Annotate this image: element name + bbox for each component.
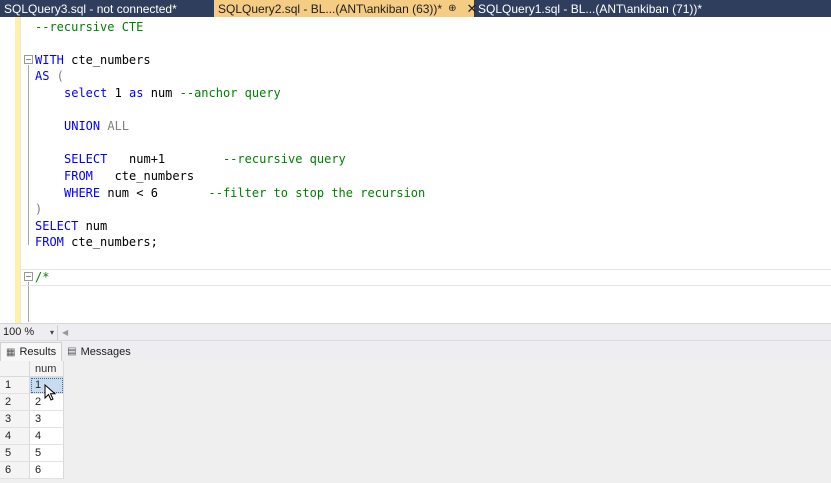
code-line-10: FROM cte_numbers bbox=[64, 169, 195, 183]
code-line-9: SELECT num+1 --recursive query bbox=[64, 152, 346, 166]
chevron-down-icon[interactable]: ▾ bbox=[50, 328, 54, 337]
grid-cell[interactable]: 5 bbox=[30, 445, 64, 462]
row-number[interactable]: 6 bbox=[0, 462, 30, 479]
scroll-left-icon[interactable]: ◀ bbox=[62, 328, 68, 337]
zoom-bar: 100 % ▾ ◀ bbox=[0, 323, 831, 340]
row-number[interactable]: 4 bbox=[0, 428, 30, 445]
grid-cell[interactable]: 4 bbox=[30, 428, 64, 445]
mouse-pointer-icon bbox=[44, 384, 57, 401]
row-header-corner bbox=[0, 361, 30, 377]
tab-messages[interactable]: ▤ Messages bbox=[62, 342, 136, 361]
tab-messages-label: Messages bbox=[80, 345, 131, 358]
code-line-3: WITH cte_numbers bbox=[35, 53, 151, 67]
results-tab-bar: ▦ Results ▤ Messages bbox=[0, 340, 831, 361]
table-row: 5 5 bbox=[0, 445, 64, 462]
row-number[interactable]: 2 bbox=[0, 394, 30, 411]
code-line-4: AS ( bbox=[35, 69, 64, 83]
grid-cell[interactable]: 6 bbox=[30, 462, 64, 479]
table-row: 3 3 bbox=[0, 411, 64, 428]
zoom-select[interactable]: 100 % ▾ bbox=[0, 324, 58, 340]
tab-sqlquery3[interactable]: SQLQuery3.sql - not connected* bbox=[0, 0, 214, 17]
code-line-13: SELECT num bbox=[35, 219, 108, 233]
table-row: 6 6 bbox=[0, 462, 64, 479]
tab-label: SQLQuery2.sql - BL...(ANT\ankiban (63))* bbox=[218, 1, 443, 16]
tab-results-label: Results bbox=[19, 346, 57, 358]
code-line-7: UNION ALL bbox=[64, 119, 130, 133]
column-header-num[interactable]: num bbox=[30, 361, 64, 377]
table-row: 4 4 bbox=[0, 428, 64, 445]
messages-icon: ▤ bbox=[67, 346, 77, 357]
code-line-5: select 1 as num --anchor query bbox=[64, 86, 281, 100]
fold-guide bbox=[28, 282, 29, 322]
document-tab-bar: SQLQuery3.sql - not connected* SQLQuery2… bbox=[0, 0, 831, 17]
fold-guide bbox=[28, 65, 29, 245]
tab-results[interactable]: ▦ Results bbox=[0, 342, 63, 361]
current-line-highlight bbox=[21, 269, 831, 286]
results-grid[interactable]: num 1 1 2 2 3 3 4 4 5 5 6 6 bbox=[0, 361, 831, 483]
tab-sqlquery2[interactable]: SQLQuery2.sql - BL...(ANT\ankiban (63))*… bbox=[214, 0, 477, 17]
query-editor[interactable]: − − --recursive CTE WITH cte_numbers AS … bbox=[0, 17, 831, 323]
pin-icon[interactable]: ⊕ bbox=[448, 3, 456, 14]
grid-cell[interactable]: 3 bbox=[30, 411, 64, 428]
tab-label: SQLQuery1.sql - BL...(ANT\ankiban (71))* bbox=[478, 1, 703, 16]
row-number[interactable]: 1 bbox=[0, 377, 30, 394]
code-line-1: --recursive CTE bbox=[35, 20, 144, 34]
code-line-14: FROM cte_numbers; bbox=[35, 235, 158, 249]
row-number[interactable]: 3 bbox=[0, 411, 30, 428]
code-line-11: WHERE num < 6 --filter to stop the recur… bbox=[64, 186, 426, 200]
grid-icon: ▦ bbox=[6, 346, 16, 358]
tab-sqlquery1[interactable]: SQLQuery1.sql - BL...(ANT\ankiban (71))* bbox=[474, 0, 831, 17]
code-line-16: /* bbox=[35, 270, 50, 284]
tab-label: SQLQuery3.sql - not connected* bbox=[4, 1, 177, 16]
fold-toggle-icon[interactable]: − bbox=[24, 55, 33, 64]
row-number[interactable]: 5 bbox=[0, 445, 30, 462]
code-line-12: ) bbox=[35, 202, 43, 216]
zoom-value: 100 % bbox=[3, 326, 35, 338]
